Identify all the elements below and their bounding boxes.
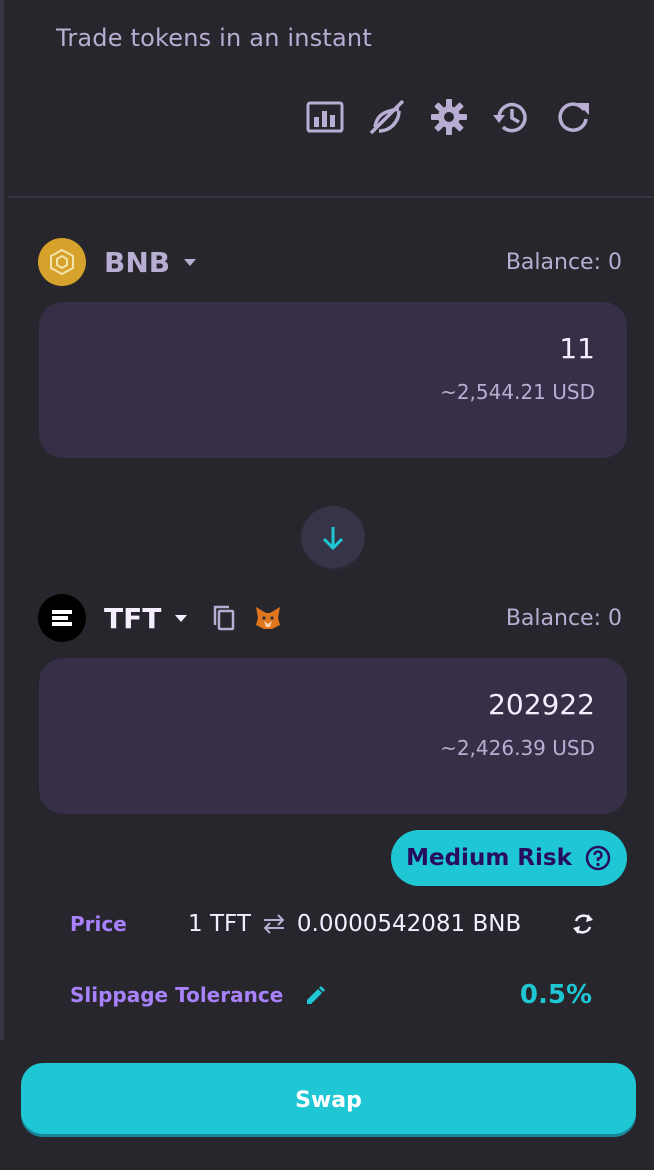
to-amount-input[interactable]: 202922 [488,688,595,721]
chart-disabled-icon [369,99,405,135]
chart-disabled-button[interactable] [364,94,410,140]
risk-label: Medium Risk [406,845,572,871]
from-amount-input[interactable]: 11 [559,332,595,365]
price-label: Price [70,912,127,936]
to-token-row: TFT Balance: 0 [38,593,622,643]
switch-tokens-button[interactable] [301,506,365,570]
refresh-icon[interactable] [570,911,596,937]
refresh-icon [558,102,589,132]
pencil-icon[interactable] [303,983,327,1007]
from-amount-usd: ~2,544.21 USD [440,380,595,404]
slippage-value[interactable]: 0.5% [520,980,592,1010]
swap-button[interactable]: Swap [21,1063,636,1137]
chevron-down-icon[interactable] [175,614,188,622]
to-amount-box[interactable]: 202922 ~2,426.39 USD [39,658,627,814]
swap-arrows-icon [263,914,285,934]
settings-button[interactable] [426,94,472,140]
metamask-fox-icon[interactable] [253,603,283,633]
from-amount-box[interactable]: 11 ~2,544.21 USD [39,302,627,458]
from-token-symbol[interactable]: BNB [104,246,170,279]
risk-badge[interactable]: Medium Risk [391,830,627,886]
header-divider [8,196,654,198]
tft-logo-icon [38,594,86,642]
bnb-logo-icon [38,238,86,286]
swap-card: Trade tokens in an instant BNB Balance: … [0,0,654,1040]
price-row: Price 1 TFT 0.0000542081 BNB [70,904,593,944]
history-icon [493,102,527,133]
to-balance: Balance: 0 [505,605,622,631]
chart-icon [306,101,344,133]
slippage-row: Slippage Tolerance 0.5% [70,975,592,1015]
toolbar [302,94,596,140]
chevron-down-icon[interactable] [184,258,197,266]
help-icon[interactable] [584,844,612,872]
slippage-label: Slippage Tolerance [70,983,284,1007]
copy-icon[interactable] [209,603,239,633]
gear-icon [431,99,467,135]
from-token-row: BNB Balance: 0 [38,237,622,287]
to-token-symbol[interactable]: TFT [104,602,161,635]
price-value: 1 TFT 0.0000542081 BNB [188,911,521,937]
page-subtitle: Trade tokens in an instant [56,24,372,52]
to-amount-usd: ~2,426.39 USD [440,736,595,760]
arrow-down-icon [322,527,344,551]
history-button[interactable] [488,94,534,140]
refresh-button[interactable] [550,94,596,140]
chart-button[interactable] [302,94,348,140]
price-left: 1 TFT [188,911,251,937]
price-right: 0.0000542081 BNB [296,911,522,937]
from-balance: Balance: 0 [505,249,622,275]
